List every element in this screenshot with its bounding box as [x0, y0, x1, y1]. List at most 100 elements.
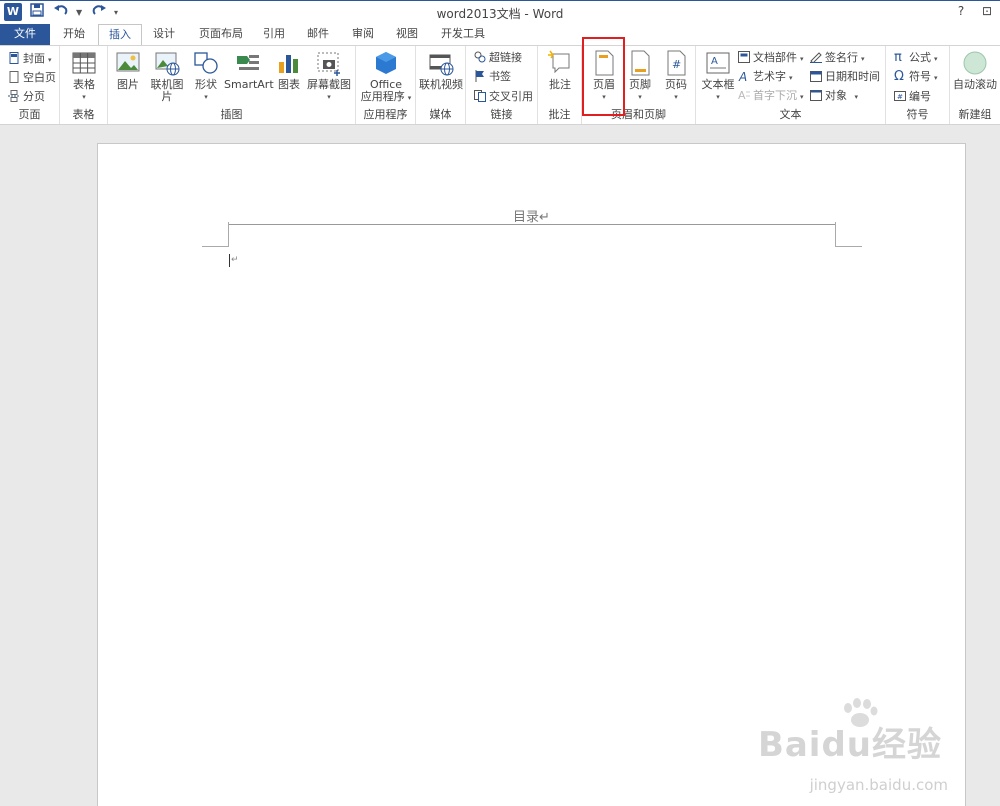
number-button[interactable]: # 编号: [894, 88, 931, 106]
bookmark-icon: [474, 70, 486, 82]
table-icon: [71, 50, 97, 76]
title-bar: W ▼ ▾ word2013文档 - Word ? ⊡: [0, 0, 1000, 24]
calendar-icon: [810, 70, 822, 82]
tab-insert[interactable]: 插入: [98, 24, 142, 46]
group-label-pages: 页面: [18, 108, 41, 121]
cross-reference-button[interactable]: 交叉引用: [474, 88, 533, 106]
watermark-brand: Baidu经验: [757, 725, 942, 765]
svg-text:A: A: [738, 70, 747, 82]
drop-cap-button[interactable]: A 首字下沉 ▾: [738, 87, 804, 105]
bookmark-button[interactable]: 书签: [474, 68, 511, 86]
smartart-button[interactable]: SmartArt: [224, 50, 274, 91]
ribbon-tabs: 文件 开始 插入 设计 页面布局 引用 邮件 审阅 视图 开发工具: [0, 24, 1000, 46]
tab-view[interactable]: 视图: [388, 24, 426, 45]
auto-scroll-button[interactable]: 自动滚动: [952, 50, 998, 91]
signature-icon: [810, 51, 822, 64]
date-time-button[interactable]: 日期和时间: [810, 68, 880, 86]
group-label-comments: 批注: [548, 108, 571, 121]
group-label-symbols: 符号: [906, 108, 929, 121]
tab-mailings[interactable]: 邮件: [300, 24, 336, 45]
svg-text:A: A: [711, 56, 718, 67]
table-button[interactable]: 表格 ▾: [68, 50, 100, 103]
group-label-media: 媒体: [429, 108, 452, 121]
object-icon: [810, 89, 822, 101]
group-label-apps: 应用程序: [363, 108, 408, 121]
online-picture-button[interactable]: 联机图片: [146, 50, 188, 103]
textbox-icon: A: [705, 50, 731, 76]
group-comments: 批注 批注: [538, 46, 582, 124]
cross-reference-icon: [474, 90, 486, 102]
group-media: 联机视频 媒体: [416, 46, 466, 124]
wordart-button[interactable]: A 艺术字 ▾: [738, 68, 793, 86]
symbol-button[interactable]: Ω 符号 ▾: [894, 68, 938, 86]
margin-corner-left-vertical: [228, 222, 229, 247]
comment-icon: [547, 50, 573, 76]
online-picture-icon: [154, 50, 180, 76]
new-comment-button[interactable]: 批注: [544, 50, 576, 91]
footer-button[interactable]: 页脚 ▾: [624, 50, 656, 103]
tab-file[interactable]: 文件: [0, 24, 50, 45]
online-video-icon: [428, 50, 454, 76]
blank-page-icon: [8, 71, 20, 83]
picture-icon: [115, 50, 141, 76]
tab-references[interactable]: 引用: [256, 24, 292, 45]
number-icon: #: [894, 90, 906, 102]
svg-text:#: #: [897, 93, 903, 101]
object-button[interactable]: 对象 ▾: [810, 87, 858, 105]
document-canvas[interactable]: 目录↵ ↵ Baidu经验 jingyan.baidu.com: [0, 126, 1000, 806]
equation-button[interactable]: π 公式 ▾: [894, 49, 938, 67]
shapes-button[interactable]: 形状 ▾: [190, 50, 222, 103]
picture-button[interactable]: 图片: [112, 50, 144, 91]
chart-button[interactable]: 图表: [274, 50, 304, 91]
tab-review[interactable]: 审阅: [344, 24, 382, 45]
office-apps-button[interactable]: Office 应用程序 ▾: [360, 50, 412, 104]
chart-icon: [276, 50, 302, 76]
office-store-icon: [373, 50, 399, 76]
text-cursor: [229, 254, 230, 267]
help-button[interactable]: ?: [954, 4, 968, 18]
group-apps: Office 应用程序 ▾ 应用程序: [356, 46, 416, 124]
omega-icon: Ω: [894, 69, 904, 84]
cover-page-button[interactable]: 封面 ▾: [8, 50, 52, 68]
header-border-line: [228, 224, 836, 225]
document-page[interactable]: 目录↵ ↵: [97, 143, 966, 806]
group-symbols: π 公式 ▾ Ω 符号 ▾ # 编号 符号: [886, 46, 950, 124]
signature-line-button[interactable]: 签名行 ▾: [810, 49, 865, 67]
screenshot-icon: [316, 50, 342, 76]
shapes-icon: [193, 50, 219, 76]
ribbon-display-options-button[interactable]: ⊡: [980, 4, 994, 18]
window-title: word2013文档 - Word: [436, 7, 564, 21]
hyperlink-icon: [474, 51, 486, 63]
wordart-icon: A: [738, 70, 750, 84]
screenshot-button[interactable]: 屏幕截图 ▾: [306, 50, 352, 103]
drop-cap-icon: A: [738, 89, 750, 102]
textbox-button[interactable]: A 文本框 ▾: [700, 50, 736, 103]
group-label-text: 文本: [779, 108, 802, 121]
page-break-button[interactable]: 分页: [8, 88, 45, 106]
group-tables: 表格 ▾ 表格: [60, 46, 108, 124]
group-links: 超链接 书签 交叉引用 链接: [466, 46, 538, 124]
group-label-new: 新建组: [958, 108, 992, 121]
margin-corner-left-horizontal: [202, 246, 228, 247]
page-number-button[interactable]: # 页码 ▾: [660, 50, 692, 103]
quick-parts-button[interactable]: 文档部件 ▾: [738, 49, 804, 67]
cover-page-icon: [8, 52, 20, 64]
tab-home[interactable]: 开始: [52, 24, 96, 45]
paragraph-mark: ↵: [231, 255, 239, 265]
quick-parts-icon: [738, 51, 750, 63]
tab-design[interactable]: 设计: [144, 24, 184, 45]
svg-text:A: A: [738, 89, 746, 101]
svg-text:#: #: [672, 58, 681, 71]
tab-developer[interactable]: 开发工具: [432, 24, 494, 45]
group-label-links: 链接: [490, 108, 513, 121]
tab-page-layout[interactable]: 页面布局: [190, 24, 252, 45]
blank-page-button[interactable]: 空白页: [8, 69, 56, 87]
group-text: A 文本框 ▾ 文档部件 ▾ A 艺术字 ▾ A 首字下沉 ▾ 签名行 ▾ 日期和时间 对象…: [696, 46, 886, 124]
online-video-button[interactable]: 联机视频: [418, 50, 464, 91]
margin-corner-right-vertical: [835, 222, 836, 247]
group-new: 自动滚动 新建组: [950, 46, 1000, 124]
group-illustrations: 图片 联机图片 形状 ▾ SmartArt 图表 屏幕截图 ▾ 插图: [108, 46, 356, 124]
group-pages: 封面 ▾ 空白页 分页 页面: [0, 46, 60, 124]
hyperlink-button[interactable]: 超链接: [474, 49, 522, 67]
ribbon: 封面 ▾ 空白页 分页 页面 表格 ▾ 表格 图片 联机图片 形状 ▾ Smar…: [0, 45, 1000, 125]
